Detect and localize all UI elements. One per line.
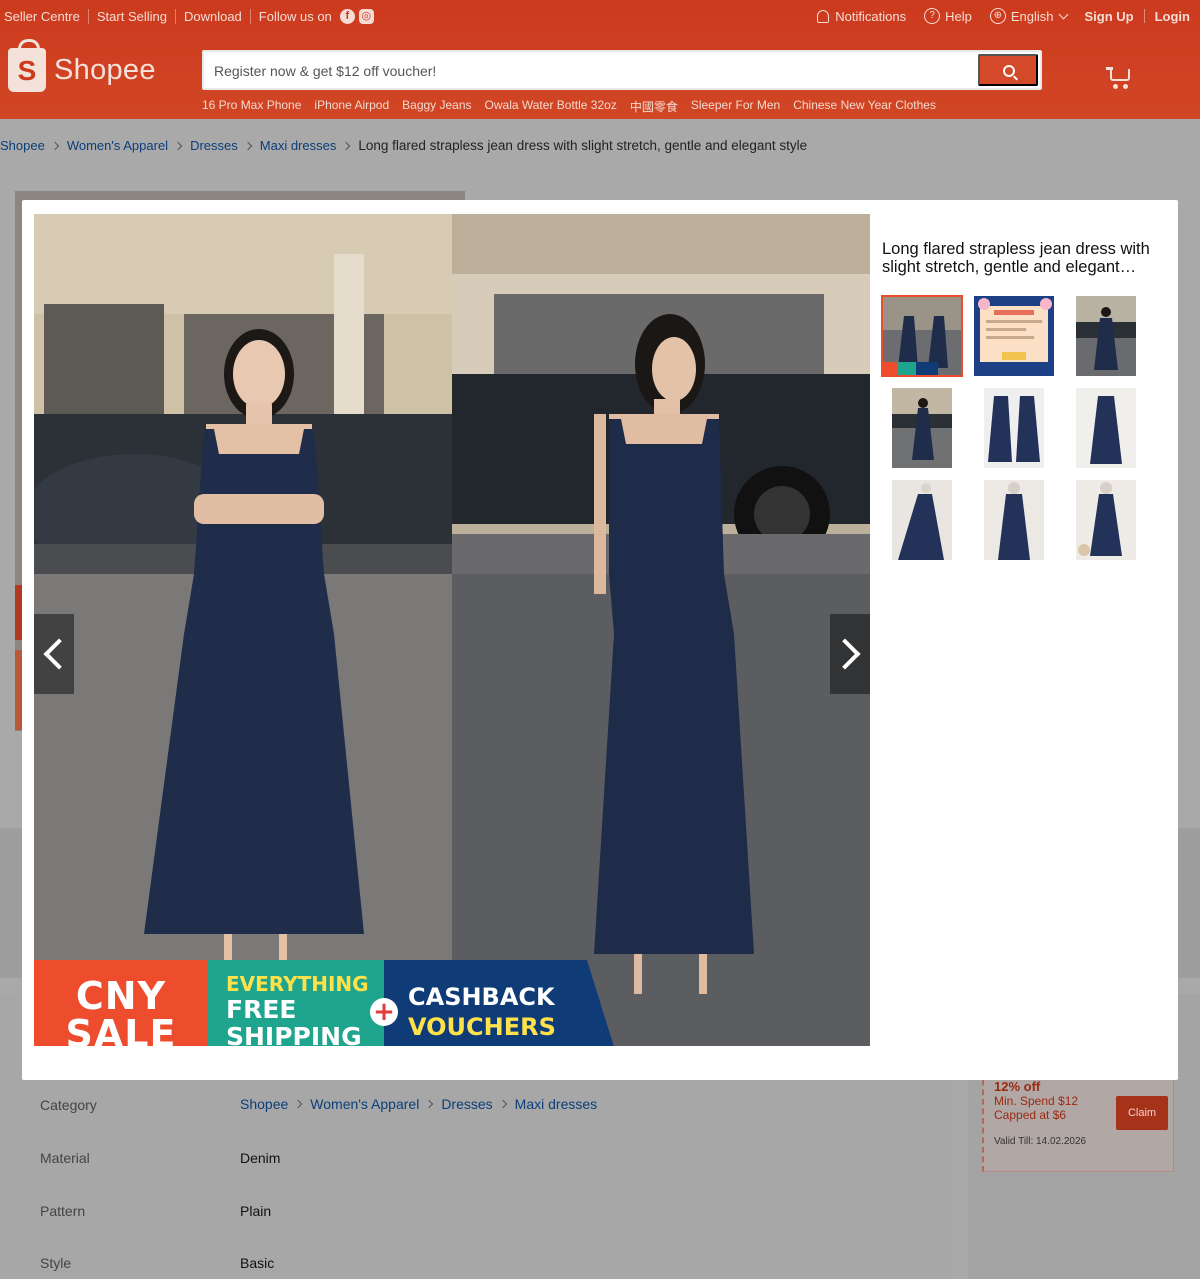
suggestion-link[interactable]: Sleeper For Men <box>691 98 780 115</box>
spec-category-breadcrumb: Shopee Women's Apparel Dresses Maxi dres… <box>240 1096 597 1112</box>
language-label: English <box>1010 8 1054 24</box>
signup-link[interactable]: Sign Up <box>1085 9 1134 24</box>
previous-image-button[interactable] <box>34 614 75 694</box>
instagram-icon[interactable]: ◎ <box>358 9 374 24</box>
voucher-cap: Capped at $6 <box>994 1108 1067 1122</box>
globe-icon: ⊕ <box>989 8 1006 24</box>
breadcrumb: Shopee Women's Apparel Dresses Maxi dres… <box>0 138 807 153</box>
notifications-label: Notifications <box>835 8 907 24</box>
claim-button[interactable]: Claim <box>1116 1096 1168 1130</box>
chevron-down-icon <box>1058 9 1068 19</box>
thumbnail-5[interactable] <box>984 388 1044 468</box>
help-label: Help <box>945 8 972 24</box>
category-link[interactable]: Dresses <box>441 1096 492 1112</box>
voucher-validity: Valid Till: 14.02.2026 <box>994 1136 1087 1147</box>
suggestion-link[interactable]: 16 Pro Max Phone <box>202 98 301 115</box>
follow-us-label: Follow us on <box>258 9 332 24</box>
logo-text: Shopee <box>54 53 156 86</box>
promo-text: CNY <box>75 974 167 1018</box>
free-shipping-badge: EVERYTHING FREE SHIPPING <box>208 960 384 1046</box>
category-link[interactable]: Women's Apparel <box>310 1096 419 1112</box>
next-image-button[interactable] <box>829 614 870 694</box>
breadcrumb-current: Long flared strapless jean dress with sl… <box>358 138 808 153</box>
product-photo-image <box>34 214 870 1046</box>
chevron-right-icon <box>294 1099 303 1109</box>
language-selector[interactable]: ⊕ English <box>989 8 1068 24</box>
breadcrumb-link[interactable]: Women's Apparel <box>67 138 168 153</box>
plus-icon: + <box>370 998 398 1026</box>
start-selling-link[interactable]: Start Selling <box>89 9 176 24</box>
spec-label: Material <box>40 1150 90 1166</box>
voucher-card: 12% off Min. Spend $12 Capped at $6 Vali… <box>982 1070 1174 1172</box>
suggestion-link[interactable]: iPhone Airpod <box>314 98 389 115</box>
chevron-right-icon <box>829 638 861 670</box>
voucher-min-spend: Min. Spend $12 <box>994 1094 1079 1108</box>
spec-label: Style <box>40 1255 72 1271</box>
shopping-bag-icon: S <box>8 39 46 92</box>
spec-value: Denim <box>240 1150 281 1166</box>
thumbnail-1[interactable] <box>881 295 963 377</box>
category-link[interactable]: Shopee <box>240 1096 288 1112</box>
thumbnail-4[interactable] <box>892 388 952 468</box>
promo-text: CASHBACK <box>408 983 555 1011</box>
search-bar <box>202 50 1042 90</box>
suggestion-link[interactable]: 中國零食 <box>630 98 678 115</box>
chevron-left-icon <box>43 638 75 670</box>
seller-centre-link[interactable]: Seller Centre <box>4 9 89 24</box>
image-gallery-modal: CNY SALE EVERYTHING FREE SHIPPING CASHBA… <box>22 200 1178 1080</box>
breadcrumb-link[interactable]: Maxi dresses <box>260 138 337 153</box>
chevron-right-icon <box>425 1099 434 1109</box>
download-link[interactable]: Download <box>176 9 251 24</box>
modal-product-title: Long flared strapless jean dress with sl… <box>882 240 1150 276</box>
promo-text: FREE <box>226 995 297 1024</box>
cart-icon[interactable] <box>1106 65 1132 89</box>
breadcrumb-link[interactable]: Shopee <box>0 138 45 153</box>
search-input[interactable] <box>214 60 974 82</box>
thumbnail-8[interactable] <box>984 480 1044 560</box>
chevron-right-icon <box>342 141 351 150</box>
category-link[interactable]: Maxi dresses <box>515 1096 597 1112</box>
cashback-badge: CASHBACK VOUCHERS <box>384 960 620 1046</box>
notifications-link[interactable]: Notifications <box>817 9 906 24</box>
voucher-discount: 12% off <box>994 1079 1041 1094</box>
login-link[interactable]: Login <box>1155 9 1190 24</box>
search-icon <box>1003 65 1015 77</box>
thumbnail-7[interactable] <box>892 480 952 560</box>
promo-text: VOUCHERS <box>408 1013 556 1041</box>
product-photo: CNY SALE EVERYTHING FREE SHIPPING CASHBA… <box>34 214 870 1046</box>
spec-value: Plain <box>240 1203 272 1219</box>
cny-sale-badge: CNY SALE <box>34 960 208 1046</box>
divider <box>1143 9 1145 23</box>
thumbnail-3[interactable] <box>1076 296 1136 376</box>
spec-label: Pattern <box>40 1203 86 1219</box>
suggestion-link[interactable]: Chinese New Year Clothes <box>793 98 936 115</box>
suggestion-link[interactable]: Baggy Jeans <box>402 98 471 115</box>
top-navbar: Seller Centre Start Selling Download Fol… <box>0 0 1200 34</box>
thumbnail-6[interactable] <box>1076 388 1136 468</box>
chevron-right-icon <box>498 1099 507 1109</box>
chevron-right-icon <box>50 141 60 150</box>
help-link[interactable]: ? Help <box>924 8 972 24</box>
promo-text: SALE <box>65 1012 177 1046</box>
thumbnail-9[interactable] <box>1076 480 1136 560</box>
search-suggestions: 16 Pro Max Phone iPhone Airpod Baggy Jea… <box>202 98 949 115</box>
promo-banner: CNY SALE EVERYTHING FREE SHIPPING CASHBA… <box>34 960 870 1046</box>
shopee-logo[interactable]: S Shopee <box>8 39 156 92</box>
spec-value: Basic <box>240 1255 275 1271</box>
promo-text: SHIPPING <box>226 1022 362 1046</box>
chevron-right-icon <box>173 141 183 150</box>
bell-icon <box>817 9 830 23</box>
facebook-icon[interactable]: f <box>339 9 355 24</box>
suggestion-link[interactable]: Owala Water Bottle 32oz <box>485 98 617 115</box>
chevron-right-icon <box>243 141 253 150</box>
search-button[interactable] <box>978 54 1038 86</box>
spec-label: Category <box>40 1097 97 1113</box>
site-header: Seller Centre Start Selling Download Fol… <box>0 0 1200 119</box>
thumbnail-2[interactable] <box>974 296 1054 376</box>
help-icon: ? <box>924 8 941 24</box>
breadcrumb-link[interactable]: Dresses <box>190 138 238 153</box>
promo-text: EVERYTHING <box>226 972 369 996</box>
